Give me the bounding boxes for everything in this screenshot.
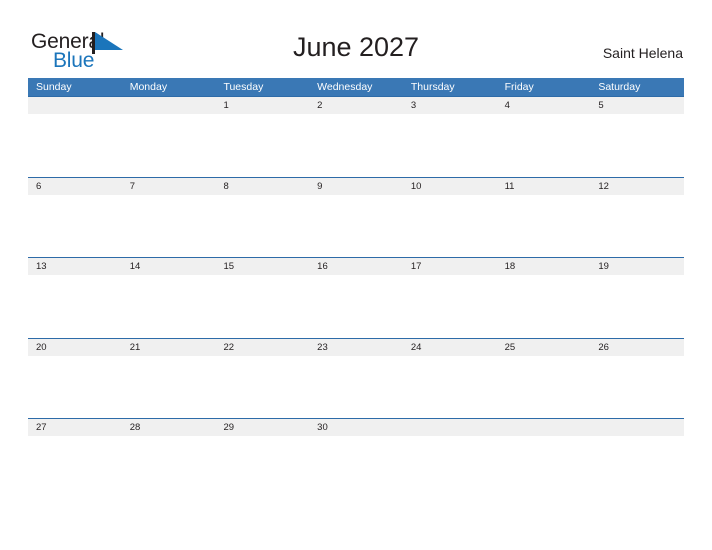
day-number[interactable]: 14 (122, 258, 216, 275)
week-daynumber-band: 20 21 22 23 24 25 26 (28, 338, 684, 356)
day-cell-body[interactable] (309, 436, 403, 498)
day-cell-body[interactable] (403, 436, 497, 498)
week-daynumber-band: 27 28 29 30 (28, 419, 684, 436)
day-number[interactable]: 19 (590, 258, 684, 275)
day-cell-body[interactable] (497, 275, 591, 337)
day-cell-body[interactable] (215, 114, 309, 176)
day-cell-body[interactable] (309, 275, 403, 337)
day-number[interactable]: 13 (28, 258, 122, 275)
day-number[interactable]: 15 (215, 258, 309, 275)
day-cell-body[interactable] (309, 195, 403, 257)
day-cell-body[interactable] (497, 195, 591, 257)
day-number[interactable]: 4 (497, 97, 591, 114)
day-cell-body[interactable] (497, 114, 591, 176)
day-number[interactable]: 5 (590, 97, 684, 114)
day-cell-body[interactable] (309, 356, 403, 418)
day-number[interactable]: 1 (215, 97, 309, 114)
day-cell-body[interactable] (215, 436, 309, 498)
location-label: Saint Helena (602, 45, 683, 61)
day-cell-body[interactable] (122, 114, 216, 176)
day-cell-body[interactable] (590, 114, 684, 176)
day-number[interactable]: 20 (28, 339, 122, 356)
day-cell-body[interactable] (122, 436, 216, 498)
day-number[interactable]: 10 (403, 178, 497, 195)
weekday-header-monday: Monday (129, 81, 168, 93)
day-number[interactable]: 29 (215, 419, 309, 436)
day-cell-body[interactable] (28, 114, 122, 176)
page-header: General Blue June 2027 Saint Helena (0, 0, 712, 78)
day-cell-body[interactable] (28, 195, 122, 257)
weekday-header-row: Sunday Monday Tuesday Wednesday Thursday… (28, 78, 684, 96)
day-cell-body[interactable] (215, 195, 309, 257)
day-cell-body[interactable] (28, 275, 122, 337)
day-number[interactable]: 22 (215, 339, 309, 356)
day-number[interactable]: 18 (497, 258, 591, 275)
day-number[interactable] (497, 419, 591, 436)
week-body-band (28, 436, 684, 498)
calendar-grid: Sunday Monday Tuesday Wednesday Thursday… (28, 78, 684, 499)
day-cell-body[interactable] (309, 114, 403, 176)
day-number[interactable]: 2 (309, 97, 403, 114)
day-number[interactable]: 7 (122, 178, 216, 195)
day-cell-body[interactable] (590, 275, 684, 337)
week-daynumber-band: 13 14 15 16 17 18 19 (28, 258, 684, 275)
day-number[interactable]: 25 (497, 339, 591, 356)
week-body-band (28, 194, 684, 257)
day-cell-body[interactable] (403, 275, 497, 337)
day-number[interactable]: 6 (28, 178, 122, 195)
day-number[interactable]: 16 (309, 258, 403, 275)
day-cell-body[interactable] (122, 195, 216, 257)
day-number[interactable]: 9 (309, 178, 403, 195)
day-number[interactable]: 26 (590, 339, 684, 356)
day-number[interactable]: 27 (28, 419, 122, 436)
weekday-header-wednesday: Wednesday (317, 81, 373, 93)
weekday-header-saturday: Saturday (598, 81, 641, 93)
week-row: 13 14 15 16 17 18 19 (28, 257, 684, 338)
week-body-band (28, 275, 684, 337)
day-cell-body[interactable] (497, 436, 591, 498)
week-row: 27 28 29 30 (28, 418, 684, 499)
week-daynumber-band: 1 2 3 4 5 (28, 97, 684, 114)
day-number[interactable]: 28 (122, 419, 216, 436)
day-number[interactable]: 12 (590, 178, 684, 195)
day-cell-body[interactable] (28, 436, 122, 498)
weekday-header-sunday: Sunday (36, 81, 72, 93)
day-cell-body[interactable] (122, 356, 216, 418)
day-cell-body[interactable] (28, 356, 122, 418)
day-cell-body[interactable] (590, 356, 684, 418)
day-number[interactable] (122, 97, 216, 114)
day-cell-body[interactable] (497, 356, 591, 418)
week-row: 20 21 22 23 24 25 26 (28, 337, 684, 419)
day-cell-body[interactable] (590, 195, 684, 257)
day-number[interactable] (403, 419, 497, 436)
day-cell-body[interactable] (215, 356, 309, 418)
day-number[interactable]: 11 (497, 178, 591, 195)
day-number[interactable]: 17 (403, 258, 497, 275)
week-body-band (28, 355, 684, 418)
day-number[interactable] (28, 97, 122, 114)
day-number[interactable] (590, 419, 684, 436)
day-number[interactable]: 21 (122, 339, 216, 356)
weekday-header-tuesday: Tuesday (223, 81, 264, 93)
day-number[interactable]: 24 (403, 339, 497, 356)
day-number[interactable]: 8 (215, 178, 309, 195)
day-cell-body[interactable] (590, 436, 684, 498)
weekday-header-friday: Friday (504, 81, 534, 93)
day-cell-body[interactable] (122, 275, 216, 337)
day-cell-body[interactable] (403, 356, 497, 418)
day-number[interactable]: 30 (309, 419, 403, 436)
weekday-header-thursday: Thursday (410, 81, 455, 93)
day-cell-body[interactable] (403, 114, 497, 176)
day-cell-body[interactable] (403, 195, 497, 257)
week-daynumber-band: 6 7 8 9 10 11 12 (28, 177, 684, 195)
week-body-band (28, 114, 684, 176)
day-number[interactable]: 3 (403, 97, 497, 114)
week-row: 1 2 3 4 5 (28, 96, 684, 177)
day-number[interactable]: 23 (309, 339, 403, 356)
day-cell-body[interactable] (215, 275, 309, 337)
week-row: 6 7 8 9 10 11 12 (28, 176, 684, 258)
